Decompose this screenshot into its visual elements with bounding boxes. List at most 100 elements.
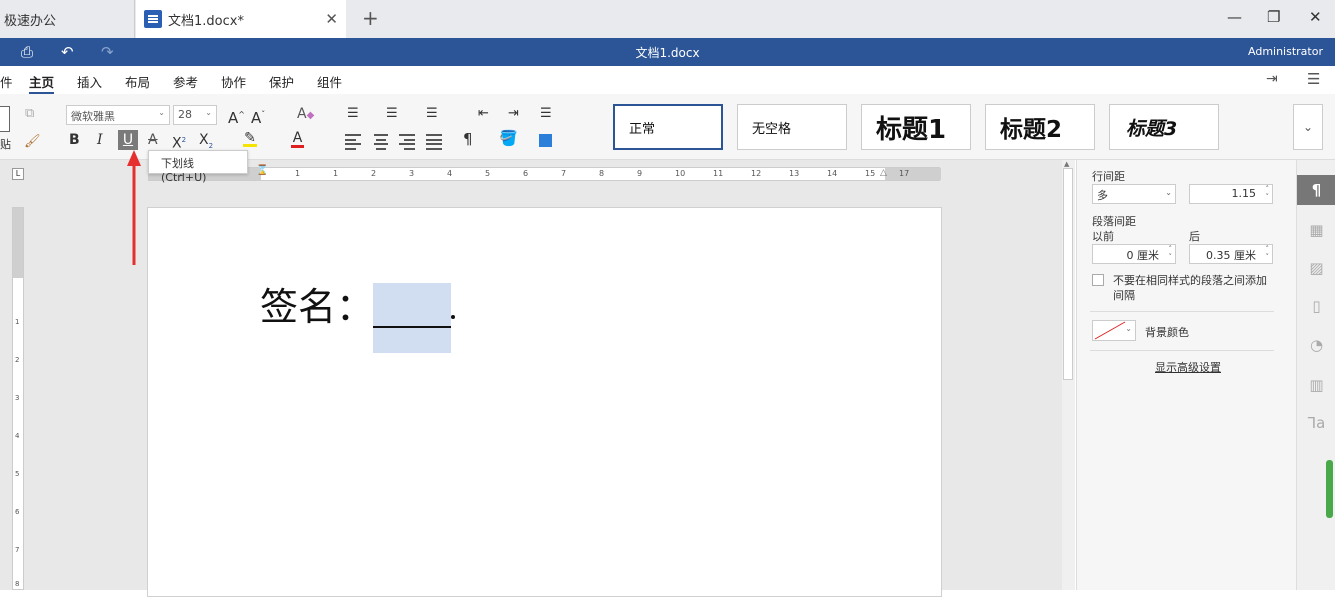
paragraph-mark-icon[interactable]: ¶: [463, 131, 473, 147]
close-tab-icon[interactable]: ✕: [325, 10, 338, 28]
menu-protect[interactable]: 保护: [269, 72, 294, 91]
open-location-icon[interactable]: ⇥: [1266, 71, 1278, 87]
ruler-number: 8: [599, 169, 605, 178]
paste-label: 贴: [0, 138, 11, 151]
spacing-before-input[interactable]: 0 厘米 ˄ ˅: [1092, 244, 1176, 264]
multilevel-list-icon[interactable]: ☰: [426, 106, 438, 122]
menu-insert[interactable]: 插入: [77, 72, 102, 91]
ruler-number: 2: [371, 169, 377, 178]
background-color-picker[interactable]: ⌄: [1092, 320, 1136, 341]
ruler-number: 8: [15, 580, 20, 588]
ruler-number: 11: [713, 169, 724, 178]
ruler-number: 1: [295, 169, 301, 178]
style-normal[interactable]: 正常: [613, 104, 723, 150]
menu-plugins[interactable]: 组件: [317, 72, 342, 91]
numbered-list-icon[interactable]: ☰: [386, 106, 398, 122]
vertical-ruler[interactable]: 1 2 3 4 5 6 7 8: [12, 207, 24, 590]
ruler-number: 2: [15, 356, 20, 364]
font-size-select[interactable]: 28 ⌄: [173, 105, 217, 125]
style-heading1[interactable]: 标题1: [861, 104, 971, 150]
justify-icon[interactable]: [426, 134, 442, 150]
superscript-icon[interactable]: X2: [172, 132, 186, 152]
right-indent-marker[interactable]: △: [880, 168, 887, 178]
align-center-icon[interactable]: [373, 134, 389, 150]
image-settings-icon[interactable]: ▨: [1297, 253, 1335, 283]
user-name[interactable]: Administrator: [1248, 45, 1323, 58]
underlined-blank[interactable]: [373, 326, 451, 328]
align-right-icon[interactable]: [399, 134, 415, 150]
menu-icon[interactable]: ☰: [1307, 70, 1320, 88]
document-page[interactable]: 签名：: [147, 207, 942, 597]
horizontal-ruler[interactable]: 2 1 1 2 3 4 5 6 7 8 9 10 11 12 13 14 15 …: [148, 165, 941, 181]
format-painter-icon[interactable]: 🖌: [24, 134, 41, 149]
signature-text[interactable]: 签名：: [260, 282, 374, 332]
text-art-icon[interactable]: Ꞁa: [1297, 408, 1335, 438]
bold-icon[interactable]: B: [69, 132, 80, 148]
decrease-indent-icon[interactable]: ⇤: [478, 106, 489, 122]
style-normal-label: 正常: [629, 121, 656, 137]
vertical-scrollbar[interactable]: ▲: [1062, 160, 1075, 590]
document-icon: [144, 10, 162, 28]
restore-icon[interactable]: ❐: [1267, 8, 1280, 26]
ruler-number: 3: [15, 394, 20, 402]
table-settings-icon[interactable]: ▦: [1297, 215, 1335, 245]
advanced-settings-link[interactable]: 显示高级设置: [1155, 359, 1221, 375]
style-heading3[interactable]: 标题3: [1109, 104, 1219, 150]
clear-format-icon[interactable]: A◆: [297, 106, 314, 124]
shape-settings-icon[interactable]: ◔: [1297, 330, 1335, 360]
menu-file[interactable]: 件: [0, 72, 13, 91]
line-spacing-value: 1.15: [1231, 187, 1257, 200]
shading-icon[interactable]: 🪣: [499, 130, 518, 146]
style-no-spacing[interactable]: 无空格: [737, 104, 847, 150]
line-spacing-mode-select[interactable]: 多 ⌄: [1092, 184, 1176, 204]
underline-tooltip: 下划线 (Ctrl+U): [148, 150, 248, 184]
strikethrough-icon[interactable]: A: [148, 132, 158, 148]
font-name-select[interactable]: 微软雅黑 ⌄: [66, 105, 170, 125]
no-space-checkbox[interactable]: [1092, 274, 1104, 286]
tab-stop-selector[interactable]: L: [12, 168, 24, 180]
italic-icon[interactable]: I: [97, 132, 103, 148]
paragraph-settings-panel: 行间距 多 ⌄ 1.15 ˄ ˅ 段落间距 以前 后 0 厘米 ˄ ˅ 0.35 厘米 ˄ ˅…: [1076, 160, 1296, 590]
copy-icon[interactable]: ⧉: [25, 106, 34, 121]
menu-layout[interactable]: 布局: [125, 72, 150, 91]
underline-button[interactable]: U: [118, 130, 138, 150]
red-arrow-annotation: [127, 150, 141, 265]
tab-jisu-office[interactable]: 极速办公: [0, 0, 135, 38]
paste-icon[interactable]: [0, 106, 10, 132]
menu-collaborate[interactable]: 协作: [221, 72, 246, 91]
ruler-number: 9: [637, 169, 643, 178]
scroll-thumb[interactable]: [1063, 168, 1073, 380]
ruler-top-margin: [13, 208, 23, 278]
ruler-number: 1: [333, 169, 339, 178]
spacing-after-input[interactable]: 0.35 厘米 ˄ ˅: [1189, 244, 1273, 264]
ruler-number: 5: [15, 470, 20, 478]
tab-document[interactable]: 文档1.docx* ✕: [136, 0, 346, 38]
new-tab-icon[interactable]: +: [362, 6, 379, 30]
decrease-font-icon[interactable]: Aˇ: [251, 107, 265, 126]
chart-settings-icon[interactable]: ▥: [1297, 370, 1335, 400]
line-spacing-value-input[interactable]: 1.15 ˄ ˅: [1189, 184, 1273, 204]
highlight-icon[interactable]: ✎: [243, 130, 257, 147]
style-heading2[interactable]: 标题2: [985, 104, 1095, 150]
tab-label: 极速办公: [4, 13, 57, 29]
first-line-indent-marker[interactable]: ⌛: [256, 165, 268, 176]
font-color-icon[interactable]: A: [291, 130, 304, 148]
minimize-icon[interactable]: —: [1227, 8, 1242, 26]
bullet-list-icon[interactable]: ☰: [347, 106, 359, 122]
styles-expand-button[interactable]: ⌄: [1293, 104, 1323, 150]
ruler-number: 4: [15, 432, 20, 440]
sidebar-scroll-thumb[interactable]: [1326, 460, 1333, 518]
menu-reference[interactable]: 参考: [173, 72, 198, 91]
paragraph-settings-icon[interactable]: ¶: [1297, 175, 1335, 205]
header-footer-icon[interactable]: ▯: [1297, 291, 1335, 321]
text-selection: [373, 283, 451, 353]
line-spacing-icon[interactable]: ☰: [540, 106, 552, 122]
menu-home[interactable]: 主页: [29, 72, 55, 94]
divider: [1090, 350, 1274, 351]
align-left-icon[interactable]: [345, 134, 361, 150]
increase-font-icon[interactable]: A^: [228, 107, 245, 126]
tab-bar: 极速办公 文档1.docx* ✕ + — ❐ ✕: [0, 0, 1335, 38]
borders-icon[interactable]: [539, 134, 552, 147]
close-window-icon[interactable]: ✕: [1309, 8, 1322, 26]
increase-indent-icon[interactable]: ⇥: [508, 106, 519, 122]
